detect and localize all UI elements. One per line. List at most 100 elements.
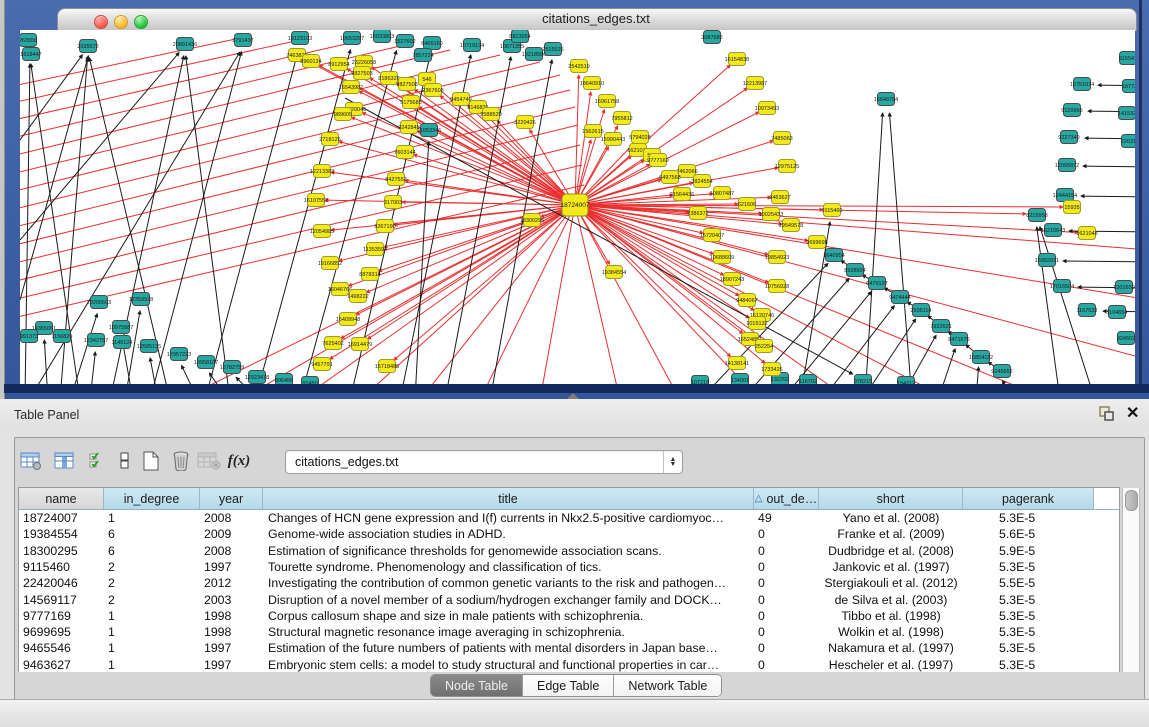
graph-node[interactable]: 2367608	[422, 84, 443, 97]
graph-node[interactable]: 2718126	[319, 133, 340, 146]
graph-node[interactable]: 141532	[1118, 107, 1135, 120]
graph-node[interactable]: 317003	[384, 196, 402, 209]
graph-node[interactable]: 19854923	[765, 251, 789, 264]
graph-node[interactable]: 9474444	[889, 291, 910, 304]
table-cell[interactable]: 18300295	[19, 543, 104, 559]
column-header-name[interactable]: name	[19, 488, 104, 509]
table-cell[interactable]: Stergiakouli et al. (2012)	[819, 575, 963, 591]
table-cell[interactable]: Franke et al. (2009)	[819, 526, 963, 542]
graph-node[interactable]: 16648784	[874, 93, 898, 106]
graph-node[interactable]: 10973493	[755, 102, 779, 115]
graph-node[interactable]: 1621048	[1076, 227, 1097, 240]
graph-node[interactable]: 252254	[755, 340, 773, 353]
table-cell[interactable]: 1	[104, 608, 200, 624]
graph-node[interactable]: 16543982	[339, 81, 363, 94]
table-cell[interactable]: 0	[754, 575, 819, 591]
graph-node[interactable]: 9115460	[821, 204, 842, 217]
graph-node[interactable]: 924502	[1117, 332, 1135, 345]
graph-node[interactable]: 7386372	[687, 207, 708, 220]
graph-node[interactable]: 16961758	[595, 95, 619, 108]
graph-node[interactable]: 8454749	[450, 93, 471, 106]
table-cell[interactable]: 0	[754, 624, 819, 640]
table-cell[interactable]: 0	[754, 543, 819, 559]
graph-node[interactable]: 12923478	[245, 371, 269, 384]
graph-node[interactable]: 10756928	[765, 280, 789, 293]
table-cell[interactable]: 5.9E-5	[963, 543, 1094, 559]
graph-node[interactable]: 16154838	[725, 53, 749, 66]
graph-node[interactable]: 9267190	[374, 220, 395, 233]
table-cell[interactable]: 14569117	[19, 592, 104, 608]
graph-node[interactable]: 9463627	[769, 191, 790, 204]
graph-node[interactable]: 6479197	[866, 277, 887, 290]
column-header-short[interactable]: short	[819, 488, 963, 509]
graph-node[interactable]: 15992931	[1035, 254, 1059, 267]
table-cell[interactable]: 18724007	[19, 510, 104, 526]
table-row[interactable]: 946362711997Embryonic stem cells: a mode…	[19, 657, 1119, 673]
table-cell[interactable]: 9699695	[19, 624, 104, 640]
table-row[interactable]: 1872400712008Changes of HCN gene express…	[19, 510, 1119, 526]
table-cell[interactable]: 1998	[200, 608, 263, 624]
graph-node[interactable]: 15751074	[1070, 78, 1094, 91]
graph-node[interactable]: 12444154	[1053, 189, 1077, 202]
table-cell[interactable]: 9115460	[19, 559, 104, 575]
graph-node[interactable]: 2035572	[77, 40, 98, 53]
table-row[interactable]: 977716911998Corpus callosum shape and si…	[19, 608, 1119, 624]
table-cell[interactable]: Estimation of significance thresholds fo…	[263, 543, 754, 559]
table-cell[interactable]: 2003	[200, 592, 263, 608]
table-cell[interactable]: 5.6E-5	[963, 526, 1094, 542]
table-cell[interactable]: 6	[104, 526, 200, 542]
graph-node[interactable]: 18123103	[288, 32, 312, 45]
graph-node[interactable]: 9129966	[1061, 104, 1082, 117]
table-cell[interactable]: 9463627	[19, 657, 104, 673]
graph-node[interactable]: 991373	[20, 330, 38, 343]
table-cell[interactable]: 0	[754, 592, 819, 608]
table-cell[interactable]: 5.3E-5	[963, 559, 1094, 575]
table-cell[interactable]: 5.3E-5	[963, 510, 1094, 526]
graph-node[interactable]: 1156829	[51, 330, 72, 343]
table-row[interactable]: 911546021997Tourette syndrome. Phenomeno…	[19, 559, 1119, 575]
graph-node[interactable]: 15720407	[700, 229, 724, 242]
table-cell[interactable]: 0	[754, 526, 819, 542]
graph-node[interactable]: 7485063	[771, 132, 792, 145]
graph-node[interactable]: 1527602	[394, 35, 415, 48]
table-cell[interactable]: 2012	[200, 575, 263, 591]
graph-node[interactable]: 14138141	[725, 357, 749, 370]
graph-node[interactable]: 1498222	[347, 290, 368, 303]
table-cell[interactable]: 0	[754, 640, 819, 656]
graph-node[interactable]: 5794028	[629, 131, 650, 144]
node-table[interactable]: namein_degreeyeartitle△out_de…shortpager…	[18, 487, 1120, 674]
graph-node[interactable]: 12342757	[84, 334, 108, 347]
graph-node[interactable]: 621606	[738, 198, 756, 211]
column-header-pagerank[interactable]: pagerank	[963, 488, 1094, 509]
vertical-panes-icon[interactable]	[112, 448, 138, 474]
table-cell[interactable]: 0	[754, 608, 819, 624]
table-cell[interactable]: 2	[104, 575, 200, 591]
graph-node[interactable]: 19166852	[318, 257, 342, 270]
table-cell[interactable]: Jankovic et al. (1997)	[819, 559, 963, 575]
graph-node[interactable]: 226314	[1121, 135, 1135, 148]
graph-node[interactable]: 1201650	[1113, 281, 1134, 294]
graph-node[interactable]: 2588520	[480, 108, 501, 121]
table-cell[interactable]: 1997	[200, 657, 263, 673]
table-settings-icon[interactable]	[18, 448, 44, 474]
graph-node[interactable]: 263556	[20, 34, 37, 47]
table-cell[interactable]: de Silva et al. (2003)	[819, 592, 963, 608]
table-cell[interactable]: Tibbo et al. (1998)	[819, 608, 963, 624]
table-row[interactable]: 946554611997Estimation of the future num…	[19, 640, 1119, 656]
table-cell[interactable]: Yano et al. (2008)	[819, 510, 963, 526]
graph-node[interactable]: 1640954	[823, 249, 844, 262]
table-cell[interactable]: 5.3E-5	[963, 657, 1094, 673]
table-cell[interactable]: 22420046	[19, 575, 104, 591]
table-cell[interactable]: 9465546	[19, 640, 104, 656]
graph-node[interactable]: 9777169	[647, 154, 668, 167]
table-cell[interactable]: 1	[104, 640, 200, 656]
graph-node[interactable]: 16782759	[220, 361, 244, 374]
table-cell[interactable]: 2	[104, 559, 200, 575]
graph-node[interactable]: 15935	[1064, 201, 1081, 214]
table-cell[interactable]: 1997	[200, 559, 263, 575]
graph-node[interactable]: 18300295	[520, 214, 544, 227]
table-selector-dropdown[interactable]: citations_edges.txt ▲▼	[285, 450, 683, 474]
table-cell[interactable]: Disruption of a novel member of a sodium…	[263, 592, 754, 608]
graph-node[interactable]: 7625402	[322, 337, 343, 350]
graph-node[interactable]: 15718485	[375, 360, 399, 373]
